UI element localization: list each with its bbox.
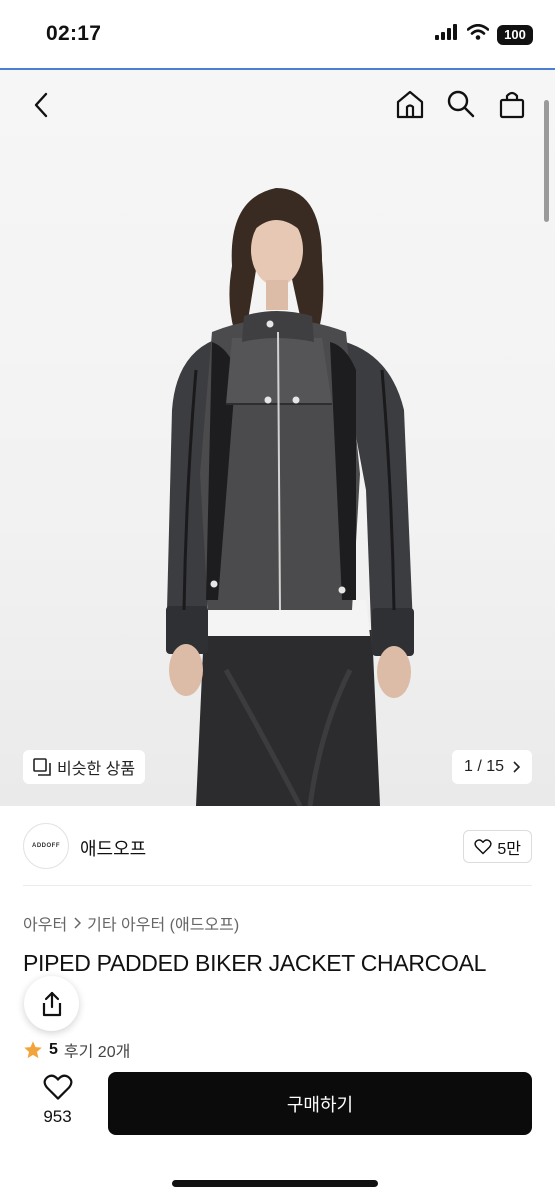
wishlist-count: 953 — [43, 1107, 72, 1126]
status-bar: 02:17 100 — [0, 0, 555, 68]
product-photo — [166, 188, 414, 806]
home-indicator — [172, 1180, 378, 1187]
image-counter: 1 / 15 — [463, 758, 504, 775]
battery-indicator: 100 — [497, 24, 533, 45]
back-button[interactable] — [26, 88, 56, 122]
status-icons: 100 — [435, 23, 533, 45]
home-icon — [396, 90, 424, 119]
breadcrumb-level1[interactable]: 아우터 — [23, 911, 67, 935]
share-button[interactable] — [24, 976, 79, 1031]
shop-like-count: 5만 — [497, 840, 521, 858]
page-scrollbar[interactable] — [544, 100, 549, 222]
heart-icon — [474, 838, 493, 854]
chevron-right-icon — [513, 761, 520, 773]
chevron-right-icon — [74, 917, 82, 929]
image-counter-button[interactable]: 1 / 15 — [451, 750, 532, 784]
share-icon — [42, 991, 61, 1016]
shop-logo[interactable]: ADDOFF — [23, 823, 69, 869]
search-button[interactable] — [443, 86, 479, 122]
cart-button[interactable] — [494, 86, 530, 122]
rating-score: 5 — [49, 1041, 58, 1058]
product-image-gallery[interactable]: 비슷한 상품 1 / 15 — [0, 70, 555, 806]
shop-name[interactable]: 애드오프 — [80, 835, 146, 861]
shop-row: ADDOFF 애드오프 5만 — [0, 806, 555, 886]
shopping-bag-icon — [499, 91, 525, 119]
bottom-action-bar: 953 구매하기 — [0, 1058, 555, 1200]
wishlist-button[interactable]: 953 — [30, 1074, 85, 1127]
similar-products-button[interactable]: 비슷한 상품 — [23, 750, 146, 784]
heart-icon — [43, 1074, 72, 1100]
signal-icon — [435, 24, 459, 45]
rating-row[interactable]: 5 후기 20개 — [23, 1040, 130, 1060]
shop-like-button[interactable]: 5만 — [463, 830, 532, 863]
section-divider — [23, 885, 532, 886]
breadcrumb: 아우터 기타 아우터 (애드오프) — [23, 911, 239, 935]
wifi-icon — [466, 23, 490, 45]
similar-products-label: 비슷한 상품 — [57, 761, 136, 778]
home-button[interactable] — [392, 86, 428, 122]
review-count: 후기 20개 — [63, 1044, 131, 1060]
breadcrumb-level2[interactable]: 기타 아우터 (애드오프) — [87, 911, 239, 935]
similar-icon — [33, 758, 51, 776]
buy-button[interactable]: 구매하기 — [108, 1072, 532, 1135]
star-icon — [24, 1041, 42, 1059]
status-time: 02:17 — [46, 22, 102, 45]
search-icon — [447, 90, 475, 118]
product-title: PIPED PADDED BIKER JACKET CHARCOAL — [23, 950, 487, 976]
back-icon — [34, 92, 48, 118]
